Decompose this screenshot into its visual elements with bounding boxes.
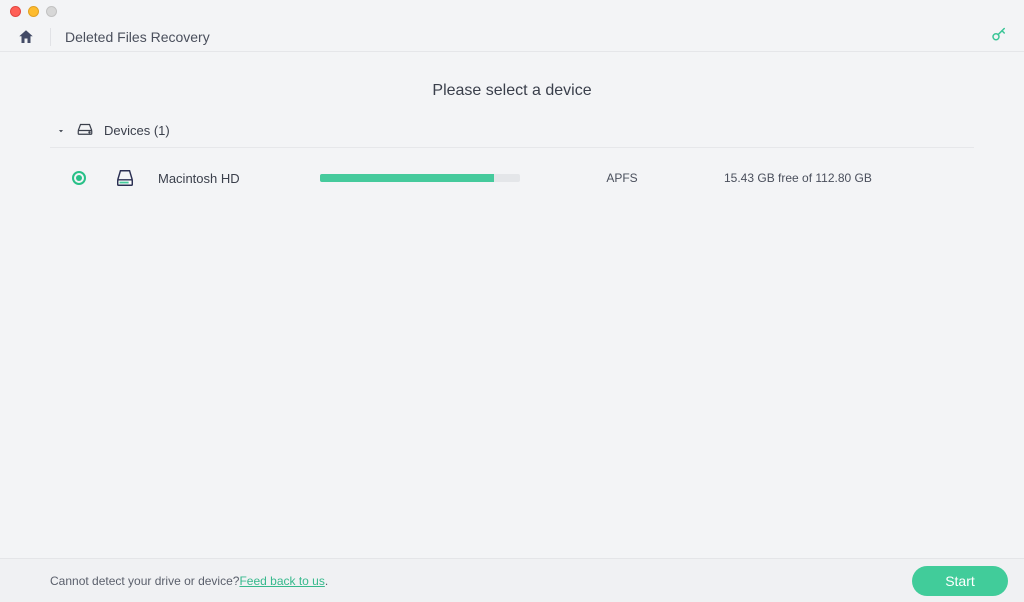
footer-prompt: Cannot detect your drive or device? bbox=[50, 574, 239, 588]
device-usage-bar bbox=[320, 174, 520, 182]
drive-icon bbox=[76, 122, 94, 139]
chevron-down-icon bbox=[56, 126, 66, 136]
device-name: Macintosh HD bbox=[158, 171, 308, 186]
key-icon[interactable] bbox=[990, 25, 1008, 48]
device-row[interactable]: Macintosh HD APFS 15.43 GB free of 112.8… bbox=[50, 168, 974, 188]
main-content: Please select a device Devices (1) Macin… bbox=[0, 52, 1024, 558]
footer-suffix: . bbox=[325, 574, 328, 588]
header-title: Deleted Files Recovery bbox=[65, 29, 210, 45]
minimize-window-button[interactable] bbox=[28, 6, 39, 17]
device-filesystem: APFS bbox=[532, 171, 712, 185]
app-header: Deleted Files Recovery bbox=[0, 22, 1024, 52]
start-button[interactable]: Start bbox=[912, 566, 1008, 596]
page-title: Please select a device bbox=[50, 82, 974, 100]
device-free-text: 15.43 GB free of 112.80 GB bbox=[724, 171, 974, 185]
devices-section-header[interactable]: Devices (1) bbox=[50, 120, 974, 147]
device-radio[interactable] bbox=[72, 171, 86, 185]
devices-section-label: Devices (1) bbox=[104, 123, 170, 138]
footer-bar: Cannot detect your drive or device? Feed… bbox=[0, 558, 1024, 602]
feedback-link[interactable]: Feed back to us bbox=[239, 574, 324, 588]
window-titlebar bbox=[0, 0, 1024, 22]
home-icon[interactable] bbox=[16, 27, 36, 47]
hard-drive-icon bbox=[114, 168, 136, 188]
header-divider bbox=[50, 28, 51, 46]
section-underline bbox=[50, 147, 974, 148]
maximize-window-button[interactable] bbox=[46, 6, 57, 17]
close-window-button[interactable] bbox=[10, 6, 21, 17]
